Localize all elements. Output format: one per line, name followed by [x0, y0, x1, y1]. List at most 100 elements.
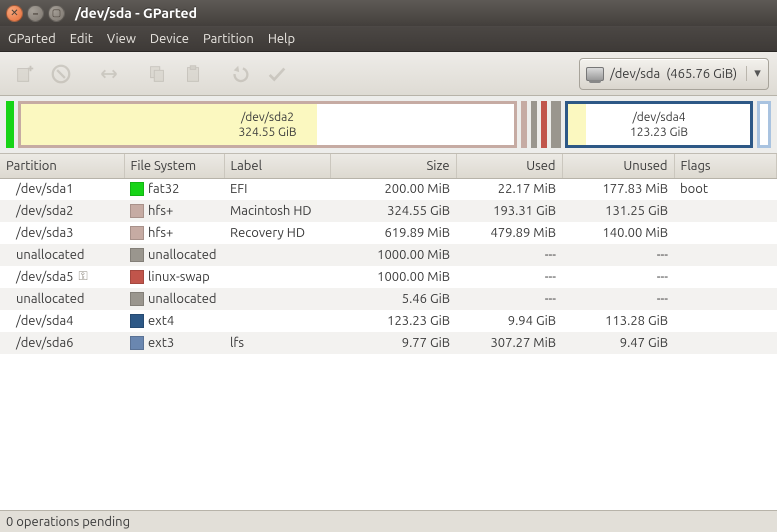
visual-sda6[interactable] [757, 101, 771, 148]
new-partition-button[interactable] [8, 57, 42, 91]
cell-used: 479.89 MiB [456, 222, 562, 244]
cell-label [224, 266, 330, 288]
col-partition[interactable]: Partition [0, 154, 124, 178]
undo-button[interactable] [224, 57, 258, 91]
cell-fs: hfs+ [124, 200, 224, 222]
cell-flags [674, 244, 777, 266]
cell-partition: unallocated [0, 244, 124, 266]
cell-fs: ext3 [124, 332, 224, 354]
table-row[interactable]: /dev/sda5 ⚿linux-swap1000.00 MiB------ [0, 266, 777, 288]
table-row[interactable]: /dev/sda3hfs+Recovery HD619.89 MiB479.89… [0, 222, 777, 244]
resize-icon [98, 63, 120, 85]
cell-unused: 9.47 GiB [562, 332, 674, 354]
cell-partition: /dev/sda2 [0, 200, 124, 222]
partition-table: Partition File System Label Size Used Un… [0, 154, 777, 510]
cell-fs: ext4 [124, 310, 224, 332]
visual-sda2[interactable]: /dev/sda2 324.55 GiB [18, 101, 517, 148]
cell-flags [674, 200, 777, 222]
cell-label [224, 310, 330, 332]
fs-swatch [130, 226, 144, 240]
fs-swatch [130, 270, 144, 284]
window-maximize-button[interactable]: ▢ [48, 5, 65, 22]
cell-used: 22.17 MiB [456, 178, 562, 200]
cell-partition: /dev/sda5 ⚿ [0, 266, 124, 288]
table-row[interactable]: unallocatedunallocated5.46 GiB------ [0, 288, 777, 310]
statusbar: 0 operations pending [0, 510, 777, 532]
fs-swatch [130, 336, 144, 350]
window-minimize-button[interactable]: – [27, 5, 44, 22]
cell-used: 193.31 GiB [456, 200, 562, 222]
device-size: (465.76 GiB) [666, 67, 737, 81]
apply-icon [266, 63, 288, 85]
cell-used: 9.94 GiB [456, 310, 562, 332]
col-size[interactable]: Size [330, 154, 456, 178]
toolbar: /dev/sda (465.76 GiB) ▾ [0, 52, 777, 96]
cell-used: --- [456, 244, 562, 266]
fs-swatch [130, 248, 144, 262]
col-used[interactable]: Used [456, 154, 562, 178]
visual-sda1[interactable] [6, 101, 14, 148]
device-selector[interactable]: /dev/sda (465.76 GiB) ▾ [579, 58, 769, 90]
visual-sda4[interactable]: /dev/sda4 123.23 GiB [565, 101, 753, 148]
cell-unused: 140.00 MiB [562, 222, 674, 244]
col-fs[interactable]: File System [124, 154, 224, 178]
visual-sda4-size: 123.23 GiB [630, 125, 688, 140]
delete-button[interactable] [44, 57, 78, 91]
cell-unused: 131.25 GiB [562, 200, 674, 222]
window-titlebar: ✕ – ▢ /dev/sda - GParted [0, 0, 777, 26]
cell-partition: /dev/sda4 [0, 310, 124, 332]
fs-swatch [130, 314, 144, 328]
resize-button[interactable] [92, 57, 126, 91]
paste-icon [182, 63, 204, 85]
status-text: 0 operations pending [6, 515, 130, 529]
cell-partition: /dev/sda6 [0, 332, 124, 354]
cell-flags [674, 222, 777, 244]
visual-unalloc-2[interactable] [551, 101, 561, 148]
menu-partition[interactable]: Partition [203, 32, 254, 46]
menubar: GParted Edit View Device Partition Help [0, 26, 777, 52]
cell-label: Recovery HD [224, 222, 330, 244]
table-row[interactable]: /dev/sda6ext3lfs9.77 GiB307.27 MiB9.47 G… [0, 332, 777, 354]
visual-sda3[interactable] [521, 101, 527, 148]
menu-help[interactable]: Help [268, 32, 295, 46]
apply-button[interactable] [260, 57, 294, 91]
col-unused[interactable]: Unused [562, 154, 674, 178]
cell-size: 9.77 GiB [330, 332, 456, 354]
table-row[interactable]: /dev/sda1fat32EFI200.00 MiB22.17 MiB177.… [0, 178, 777, 200]
window-close-button[interactable]: ✕ [6, 5, 23, 22]
table-row[interactable]: unallocatedunallocated1000.00 MiB------ [0, 244, 777, 266]
window-title: /dev/sda - GParted [75, 5, 197, 21]
col-label[interactable]: Label [224, 154, 330, 178]
lock-icon: ⚿ [79, 270, 88, 283]
visual-sda4-label: /dev/sda4 [630, 110, 688, 125]
visual-sda2-label: /dev/sda2 [238, 110, 296, 125]
delete-icon [50, 63, 72, 85]
cell-size: 619.89 MiB [330, 222, 456, 244]
table-row[interactable]: /dev/sda4ext4123.23 GiB9.94 GiB113.28 Gi… [0, 310, 777, 332]
cell-size: 5.46 GiB [330, 288, 456, 310]
cell-flags [674, 266, 777, 288]
undo-icon [230, 63, 252, 85]
table-row[interactable]: /dev/sda2hfs+Macintosh HD324.55 GiB193.3… [0, 200, 777, 222]
cell-unused: --- [562, 244, 674, 266]
visual-sda5[interactable] [541, 101, 547, 148]
menu-view[interactable]: View [107, 32, 136, 46]
menu-gparted[interactable]: GParted [8, 32, 56, 46]
cell-used: 307.27 MiB [456, 332, 562, 354]
visual-unalloc-1[interactable] [531, 101, 537, 148]
col-flags[interactable]: Flags [674, 154, 777, 178]
fs-swatch [130, 182, 144, 196]
chevron-down-icon: ▾ [746, 66, 762, 81]
device-name: /dev/sda [610, 67, 660, 81]
cell-used: --- [456, 266, 562, 288]
menu-device[interactable]: Device [150, 32, 189, 46]
paste-button[interactable] [176, 57, 210, 91]
cell-size: 1000.00 MiB [330, 244, 456, 266]
copy-button[interactable] [140, 57, 174, 91]
cell-partition: /dev/sda1 [0, 178, 124, 200]
cell-flags [674, 332, 777, 354]
visual-sda2-size: 324.55 GiB [238, 125, 296, 140]
cell-fs: hfs+ [124, 222, 224, 244]
cell-partition: unallocated [0, 288, 124, 310]
menu-edit[interactable]: Edit [70, 32, 93, 46]
